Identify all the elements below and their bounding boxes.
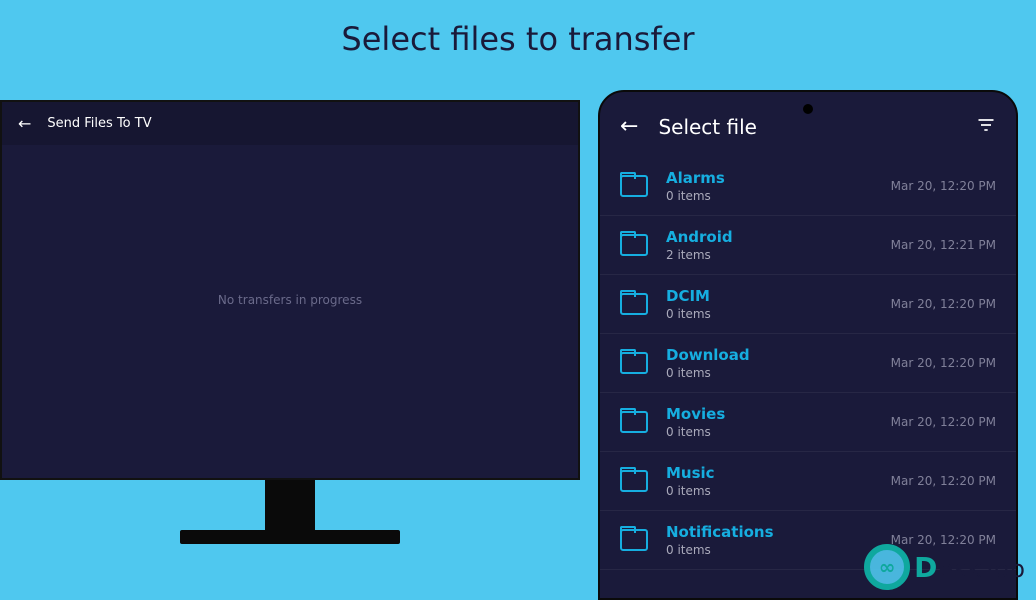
tv-screen: ← Send Files To TV No transfers in progr…	[0, 100, 580, 480]
folder-icon	[620, 175, 648, 197]
folder-date: Mar 20, 12:20 PM	[891, 356, 996, 370]
folder-icon	[620, 470, 648, 492]
folder-icon	[620, 293, 648, 315]
folder-item-count: 0 items	[666, 189, 873, 203]
folder-name: Notifications	[666, 523, 873, 541]
file-list: Alarms 0 items Mar 20, 12:20 PM Android 2 it…	[600, 157, 1016, 570]
folder-name: DCIM	[666, 287, 873, 305]
watermark: ∞ DeskTop	[864, 544, 1026, 590]
tv-app-title: Send Files To TV	[47, 116, 151, 131]
folder-meta: Download 0 items	[666, 346, 873, 380]
watermark-text: DeskTop	[914, 551, 1026, 584]
folder-item-count: 0 items	[666, 484, 873, 498]
back-arrow-icon[interactable]: ←	[18, 114, 31, 133]
folder-icon	[620, 411, 648, 433]
folder-item-count: 0 items	[666, 366, 873, 380]
folder-row[interactable]: Music 0 items Mar 20, 12:20 PM	[600, 452, 1016, 511]
folder-name: Android	[666, 228, 873, 246]
folder-meta: Notifications 0 items	[666, 523, 873, 557]
back-arrow-icon[interactable]: ←	[620, 114, 638, 139]
tv-body: No transfers in progress	[2, 145, 578, 455]
tv-empty-message: No transfers in progress	[218, 293, 362, 307]
folder-name: Alarms	[666, 169, 873, 187]
folder-item-count: 0 items	[666, 307, 873, 321]
phone-frame: ← Select file Alarms 0 items Mar 20, 12:20…	[598, 90, 1018, 600]
folder-meta: Music 0 items	[666, 464, 873, 498]
phone-camera-notch	[803, 104, 813, 114]
folder-date: Mar 20, 12:20 PM	[891, 474, 996, 488]
tv-monitor: ← Send Files To TV No transfers in progr…	[0, 100, 580, 544]
tv-stand-base	[180, 530, 400, 544]
folder-row[interactable]: Download 0 items Mar 20, 12:20 PM	[600, 334, 1016, 393]
folder-item-count: 0 items	[666, 543, 873, 557]
phone-header: ← Select file	[600, 92, 1016, 157]
folder-name: Music	[666, 464, 873, 482]
folder-date: Mar 20, 12:20 PM	[891, 415, 996, 429]
folder-name: Movies	[666, 405, 873, 423]
folder-date: Mar 20, 12:21 PM	[891, 238, 996, 252]
phone-screen-title: Select file	[658, 115, 757, 139]
page-headline: Select files to transfer	[0, 0, 1036, 58]
folder-meta: DCIM 0 items	[666, 287, 873, 321]
folder-icon	[620, 352, 648, 374]
folder-icon	[620, 234, 648, 256]
watermark-logo-icon: ∞	[864, 544, 910, 590]
folder-meta: Android 2 items	[666, 228, 873, 262]
folder-row[interactable]: Android 2 items Mar 20, 12:21 PM	[600, 216, 1016, 275]
folder-date: Mar 20, 12:20 PM	[891, 179, 996, 193]
folder-name: Download	[666, 346, 873, 364]
folder-row[interactable]: DCIM 0 items Mar 20, 12:20 PM	[600, 275, 1016, 334]
folder-item-count: 2 items	[666, 248, 873, 262]
folder-item-count: 0 items	[666, 425, 873, 439]
tv-header: ← Send Files To TV	[2, 102, 578, 145]
folder-row[interactable]: Movies 0 items Mar 20, 12:20 PM	[600, 393, 1016, 452]
folder-icon	[620, 529, 648, 551]
filter-icon[interactable]	[976, 115, 996, 139]
folder-row[interactable]: Alarms 0 items Mar 20, 12:20 PM	[600, 157, 1016, 216]
tv-stand-neck	[265, 480, 315, 530]
folder-meta: Alarms 0 items	[666, 169, 873, 203]
folder-meta: Movies 0 items	[666, 405, 873, 439]
folder-date: Mar 20, 12:20 PM	[891, 297, 996, 311]
